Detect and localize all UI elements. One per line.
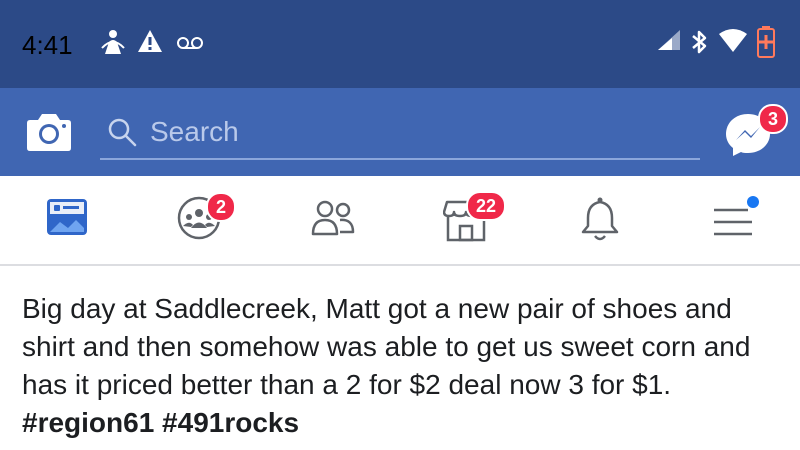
tethering-icon — [101, 30, 125, 54]
friends-icon[interactable] — [310, 196, 356, 238]
nav-bar — [0, 176, 800, 266]
status-time: 4:41 — [22, 30, 73, 60]
post-body: Big day at Saddlecreek, Matt got a new p… — [22, 293, 751, 400]
menu-notification-dot — [747, 196, 759, 208]
bluetooth-icon — [692, 30, 707, 54]
camera-icon[interactable] — [26, 112, 72, 152]
search-icon — [108, 118, 137, 147]
marketplace-badge: 22 — [466, 191, 506, 221]
signal-icon — [658, 30, 680, 50]
wifi-icon — [719, 29, 747, 52]
notifications-icon[interactable] — [580, 196, 620, 242]
post-text: Big day at Saddlecreek, Matt got a new p… — [22, 290, 782, 442]
post-hashtags[interactable]: #region61 #491rocks — [22, 407, 299, 438]
menu-icon[interactable] — [712, 196, 764, 242]
groups-badge: 2 — [206, 192, 236, 222]
warning-icon — [138, 30, 162, 52]
news-feed-icon[interactable] — [46, 196, 88, 238]
voicemail-icon — [177, 37, 203, 49]
messenger-badge: 3 — [758, 104, 788, 134]
search-input[interactable]: Search — [150, 116, 239, 148]
battery-icon — [757, 26, 775, 58]
